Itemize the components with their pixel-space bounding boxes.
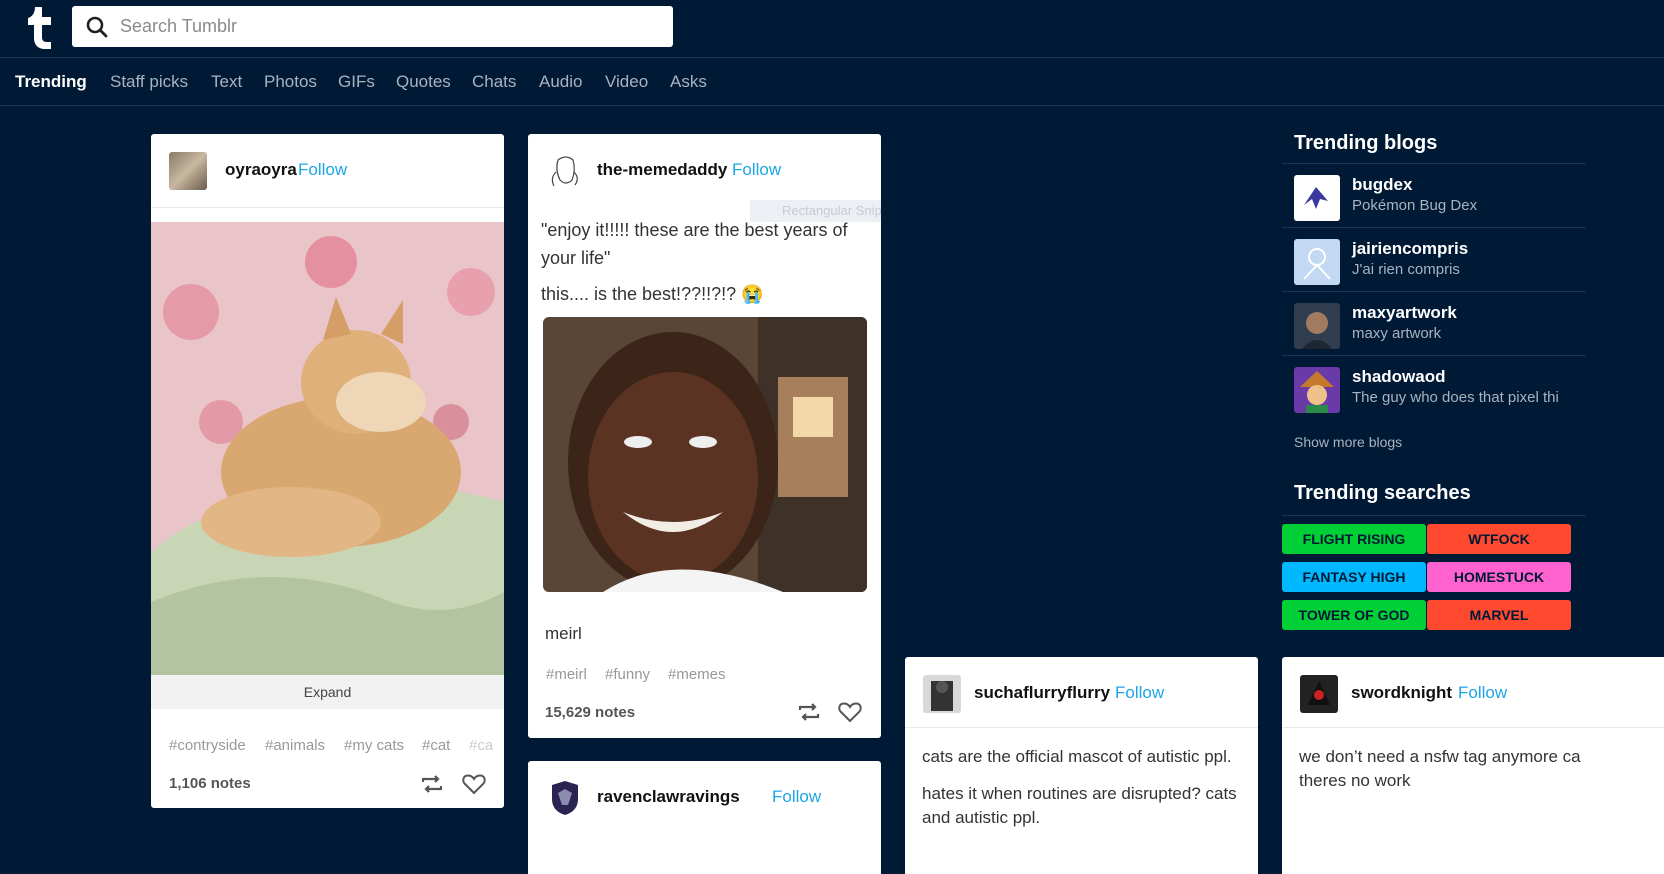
nav-video[interactable]: Video: [605, 72, 648, 92]
top-bar: [0, 0, 1664, 58]
avatar[interactable]: [1300, 675, 1338, 713]
trending-search-pill[interactable]: MARVEL: [1427, 600, 1571, 630]
reblog-icon[interactable]: [796, 699, 822, 725]
tumblr-logo-icon[interactable]: [26, 5, 54, 49]
expand-button[interactable]: Expand: [151, 675, 504, 709]
avatar[interactable]: [169, 152, 207, 190]
trending-search-pill[interactable]: FANTASY HIGH: [1282, 562, 1426, 592]
trending-blogs-title: Trending blogs: [1294, 132, 1438, 154]
trending-searches-title: Trending searches: [1294, 482, 1471, 504]
post-caption: meirl: [545, 624, 582, 643]
blog-name: shadowaod: [1352, 367, 1446, 386]
blog-name[interactable]: suchaflurryflurry: [974, 683, 1110, 703]
post-tag[interactable]: #funny: [605, 666, 650, 683]
divider: [1282, 515, 1586, 516]
trending-blog-item[interactable]: shadowaod The guy who does that pixel th…: [1282, 355, 1586, 423]
follow-button[interactable]: Follow: [732, 160, 781, 180]
nav-chats[interactable]: Chats: [472, 72, 516, 92]
post-text: this.... is the best!??!!?!? 😭: [541, 284, 764, 304]
follow-button[interactable]: Follow: [772, 787, 821, 807]
notes-count[interactable]: 1,106 notes: [169, 775, 251, 792]
avatar: [1294, 303, 1340, 349]
post-text: hates it when routines are disrupted? ca…: [922, 784, 1237, 827]
follow-button[interactable]: Follow: [298, 160, 347, 180]
trending-blog-item[interactable]: maxyartwork maxy artwork: [1282, 291, 1586, 359]
blog-name[interactable]: the-memedaddy: [597, 160, 727, 180]
post-photo-meme[interactable]: [543, 317, 867, 592]
post-card: swordknight Follow we don’t need a nsfw …: [1282, 657, 1664, 874]
post-tag[interactable]: #memes: [668, 666, 726, 683]
nav-quotes[interactable]: Quotes: [396, 72, 451, 92]
blog-name: bugdex: [1352, 175, 1413, 194]
post-text: we don’t need a nsfw tag anymore ca ther…: [1299, 747, 1581, 790]
avatar: [1294, 367, 1340, 413]
trending-search-pill[interactable]: FLIGHT RISING: [1282, 524, 1426, 554]
follow-button[interactable]: Follow: [1115, 683, 1164, 703]
reblog-icon[interactable]: [419, 771, 445, 797]
trending-search-pill[interactable]: WTFOCK: [1427, 524, 1571, 554]
heart-icon[interactable]: [837, 699, 863, 725]
search-input[interactable]: [120, 6, 660, 47]
post-text: "enjoy it!!!!! these are the best years …: [541, 220, 848, 268]
follow-button[interactable]: Follow: [1458, 683, 1507, 703]
nav-audio[interactable]: Audio: [539, 72, 582, 92]
post-card: suchaflurryflurry Follow cats are the of…: [905, 657, 1258, 874]
blog-description: maxy artwork: [1352, 325, 1442, 342]
post-header: swordknight Follow: [1282, 657, 1664, 728]
post-tag[interactable]: #contryside: [169, 737, 246, 754]
post-card: ravenclawravings Follow: [528, 761, 881, 874]
heart-icon[interactable]: [461, 771, 487, 797]
post-header: oyraoyra Follow: [151, 134, 504, 208]
trending-search-pill[interactable]: HOMESTUCK: [1427, 562, 1571, 592]
blog-description: J'ai rien compris: [1352, 261, 1460, 278]
avatar[interactable]: [546, 152, 584, 190]
search-icon: [86, 16, 108, 38]
trending-search-pill[interactable]: TOWER OF GOD: [1282, 600, 1426, 630]
nav-asks[interactable]: Asks: [670, 72, 707, 92]
blog-description: Pokémon Bug Dex: [1352, 197, 1478, 214]
nav-text[interactable]: Text: [211, 72, 242, 92]
blog-name[interactable]: ravenclawravings: [597, 787, 740, 807]
post-header: suchaflurryflurry Follow: [905, 657, 1258, 728]
avatar[interactable]: [546, 779, 584, 817]
post-header: the-memedaddy Follow: [528, 134, 881, 208]
post-tag[interactable]: #cat: [422, 737, 450, 754]
explore-nav: Trending Staff picks Text Photos GIFs Qu…: [0, 59, 1664, 106]
nav-photos[interactable]: Photos: [264, 72, 317, 92]
nav-trending[interactable]: Trending: [15, 72, 87, 92]
blog-description: The guy who does that pixel thi: [1352, 389, 1559, 406]
trending-blog-item[interactable]: jairiencompris J'ai rien compris: [1282, 227, 1586, 295]
blog-name[interactable]: swordknight: [1351, 683, 1452, 703]
post-card: the-memedaddy Follow Rectangular Snip "e…: [528, 134, 881, 738]
nav-gifs[interactable]: GIFs: [338, 72, 375, 92]
post-tag[interactable]: #my cats: [344, 737, 404, 754]
post-tag[interactable]: #ca: [469, 737, 493, 754]
post-tag[interactable]: #animals: [265, 737, 325, 754]
blog-name[interactable]: oyraoyra: [225, 160, 297, 180]
blog-name: maxyartwork: [1352, 303, 1457, 322]
nav-staff-picks[interactable]: Staff picks: [110, 72, 188, 92]
post-card: oyraoyra Follow Expand #contryside #anim…: [151, 134, 504, 808]
avatar: [1294, 175, 1340, 221]
avatar[interactable]: [923, 675, 961, 713]
blog-name: jairiencompris: [1352, 239, 1469, 258]
trending-blog-item[interactable]: bugdex Pokémon Bug Dex: [1282, 163, 1586, 231]
avatar: [1294, 239, 1340, 285]
post-photo-cat[interactable]: [151, 222, 504, 675]
show-more-blogs-link[interactable]: Show more blogs: [1294, 434, 1402, 450]
search-box[interactable]: [72, 6, 673, 47]
post-header: ravenclawravings Follow: [528, 761, 881, 835]
post-tag[interactable]: #meirl: [546, 666, 587, 683]
notes-count[interactable]: 15,629 notes: [545, 704, 635, 721]
post-text: cats are the official mascot of autistic…: [922, 747, 1232, 766]
